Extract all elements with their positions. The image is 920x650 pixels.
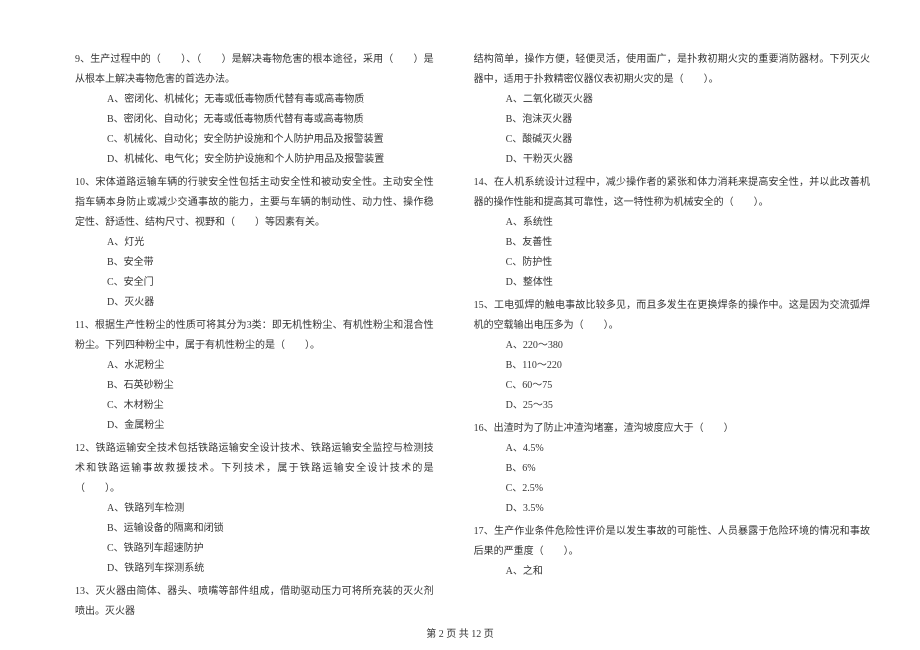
option-b: B、友善性 [506, 233, 870, 253]
options-list: A、之和 [474, 562, 870, 582]
right-column: 结构简单，操作方便，轻便灵活，使用面广，是扑救初期火灾的重要消防器材。下列灭火器… [474, 50, 870, 585]
option-a: A、4.5% [506, 439, 870, 459]
options-list: A、二氧化碳灭火器 B、泡沫灭火器 C、酸碱灭火器 D、干粉灭火器 [474, 90, 870, 170]
option-b: B、110～220 [506, 356, 870, 376]
question-10: 10、宋体道路运输车辆的行驶安全性包括主动安全性和被动安全性。主动安全性指车辆本… [75, 173, 434, 313]
option-b: B、泡沫灭火器 [506, 110, 870, 130]
option-b: B、石英砂粉尘 [107, 376, 434, 396]
question-text: 14、在人机系统设计过程中，减少操作者的紧张和体力消耗来提高安全性，并以此改善机… [474, 173, 870, 213]
option-d: D、3.5% [506, 499, 870, 519]
option-d: D、铁路列车探测系统 [107, 559, 434, 579]
page-footer: 第 2 页 共 12 页 [0, 625, 920, 640]
options-list: A、4.5% B、6% C、2.5% D、3.5% [474, 439, 870, 519]
question-17: 17、生产作业条件危险性评价是以发生事故的可能性、人员暴露于危险环境的情况和事故… [474, 522, 870, 582]
question-11: 11、根据生产性粉尘的性质可将其分为3类：即无机性粉尘、有机性粉尘和混合性粉尘。… [75, 316, 434, 436]
options-list: A、系统性 B、友善性 C、防护性 D、整体性 [474, 213, 870, 293]
question-16: 16、出渣时为了防止冲渣沟堵塞，渣沟坡度应大于（ ） A、4.5% B、6% C… [474, 419, 870, 519]
question-text: 15、工电弧焊的触电事故比较多见，而且多发生在更换焊条的操作中。这是因为交流弧焊… [474, 296, 870, 336]
options-list: A、铁路列车检测 B、运输设备的隔离和闭锁 C、铁路列车超速防护 D、铁路列车探… [75, 499, 434, 579]
option-c: C、机械化、自动化；安全防护设施和个人防护用品及报警装置 [107, 130, 434, 150]
option-d: D、金属粉尘 [107, 416, 434, 436]
option-b: B、密闭化、自动化；无毒或低毒物质代替有毒或高毒物质 [107, 110, 434, 130]
question-text: 13、灭火器由简体、器头、喷嘴等部件组成，借助驱动压力可将所充装的灭火剂喷出。灭… [75, 582, 434, 622]
option-d: D、25～35 [506, 396, 870, 416]
question-text: 结构简单，操作方便，轻便灵活，使用面广，是扑救初期火灾的重要消防器材。下列灭火器… [474, 50, 870, 90]
question-13-continued: 结构简单，操作方便，轻便灵活，使用面广，是扑救初期火灾的重要消防器材。下列灭火器… [474, 50, 870, 170]
option-c: C、铁路列车超速防护 [107, 539, 434, 559]
option-d: D、整体性 [506, 273, 870, 293]
question-text: 9、生产过程中的（ ）、（ ）是解决毒物危害的根本途径，采用（ ）是从根本上解决… [75, 50, 434, 90]
option-d: D、干粉灭火器 [506, 150, 870, 170]
option-b: B、6% [506, 459, 870, 479]
question-13: 13、灭火器由简体、器头、喷嘴等部件组成，借助驱动压力可将所充装的灭火剂喷出。灭… [75, 582, 434, 622]
option-b: B、安全带 [107, 253, 434, 273]
option-a: A、水泥粉尘 [107, 356, 434, 376]
options-list: A、水泥粉尘 B、石英砂粉尘 C、木材粉尘 D、金属粉尘 [75, 356, 434, 436]
options-list: A、220～380 B、110～220 C、60～75 D、25～35 [474, 336, 870, 416]
option-a: A、系统性 [506, 213, 870, 233]
question-9: 9、生产过程中的（ ）、（ ）是解决毒物危害的根本途径，采用（ ）是从根本上解决… [75, 50, 434, 170]
question-12: 12、铁路运输安全技术包括铁路运输安全设计技术、铁路运输安全监控与检测技术和铁路… [75, 439, 434, 579]
option-a: A、密闭化、机械化；无毒或低毒物质代替有毒或高毒物质 [107, 90, 434, 110]
option-d: D、机械化、电气化；安全防护设施和个人防护用品及报警装置 [107, 150, 434, 170]
option-c: C、防护性 [506, 253, 870, 273]
option-b: B、运输设备的隔离和闭锁 [107, 519, 434, 539]
option-d: D、灭火器 [107, 293, 434, 313]
question-text: 11、根据生产性粉尘的性质可将其分为3类：即无机性粉尘、有机性粉尘和混合性粉尘。… [75, 316, 434, 356]
page-content: 9、生产过程中的（ ）、（ ）是解决毒物危害的根本途径，采用（ ）是从根本上解决… [0, 0, 920, 615]
option-c: C、酸碱灭火器 [506, 130, 870, 150]
options-list: A、灯光 B、安全带 C、安全门 D、灭火器 [75, 233, 434, 313]
question-14: 14、在人机系统设计过程中，减少操作者的紧张和体力消耗来提高安全性，并以此改善机… [474, 173, 870, 293]
option-a: A、铁路列车检测 [107, 499, 434, 519]
option-a: A、灯光 [107, 233, 434, 253]
options-list: A、密闭化、机械化；无毒或低毒物质代替有毒或高毒物质 B、密闭化、自动化；无毒或… [75, 90, 434, 170]
question-text: 10、宋体道路运输车辆的行驶安全性包括主动安全性和被动安全性。主动安全性指车辆本… [75, 173, 434, 233]
option-a: A、220～380 [506, 336, 870, 356]
question-text: 16、出渣时为了防止冲渣沟堵塞，渣沟坡度应大于（ ） [474, 419, 870, 439]
option-c: C、2.5% [506, 479, 870, 499]
question-15: 15、工电弧焊的触电事故比较多见，而且多发生在更换焊条的操作中。这是因为交流弧焊… [474, 296, 870, 416]
left-column: 9、生产过程中的（ ）、（ ）是解决毒物危害的根本途径，采用（ ）是从根本上解决… [75, 50, 434, 585]
option-a: A、二氧化碳灭火器 [506, 90, 870, 110]
question-text: 12、铁路运输安全技术包括铁路运输安全设计技术、铁路运输安全监控与检测技术和铁路… [75, 439, 434, 499]
option-c: C、木材粉尘 [107, 396, 434, 416]
option-c: C、安全门 [107, 273, 434, 293]
option-a: A、之和 [506, 562, 870, 582]
question-text: 17、生产作业条件危险性评价是以发生事故的可能性、人员暴露于危险环境的情况和事故… [474, 522, 870, 562]
option-c: C、60～75 [506, 376, 870, 396]
